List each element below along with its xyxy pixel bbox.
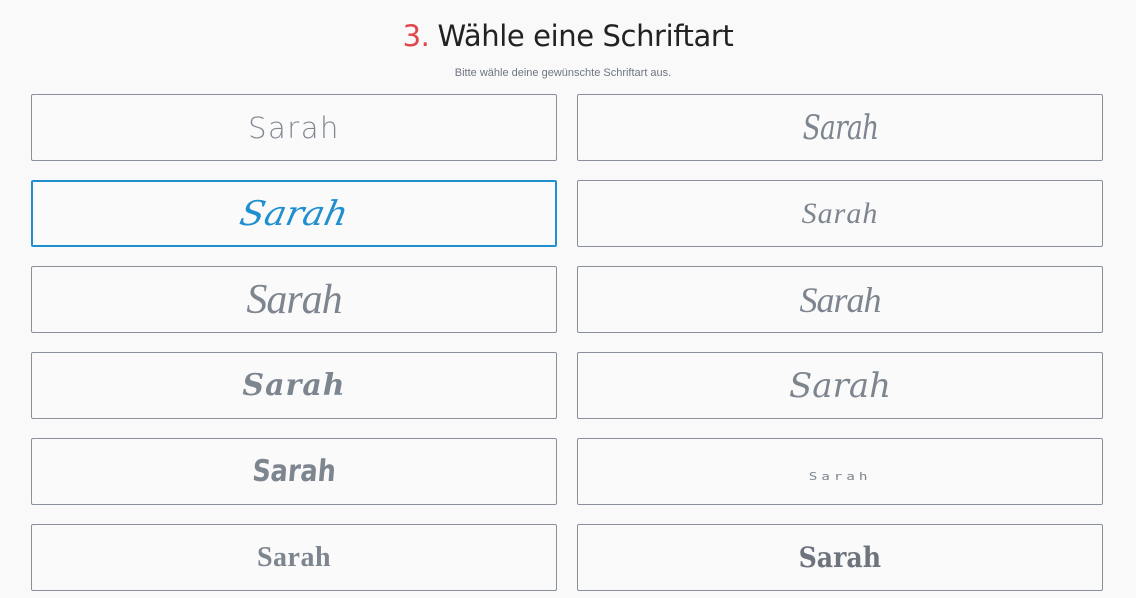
title-text: Wähle eine Schriftart [437,19,734,53]
font-option-5[interactable]: Sarah [31,266,557,333]
font-sample: Sarah [801,196,879,230]
font-sample: Sarah [798,540,882,574]
font-option-6[interactable]: Sarah [577,266,1103,333]
font-sample: Sarah [236,193,352,234]
step-number: 3. [402,19,430,53]
font-option-7[interactable]: Sarah [31,352,557,419]
font-sample: Sarah [242,367,346,403]
font-sample: Sarah [802,107,878,148]
font-sample: Sarah [789,365,891,406]
font-sample: Sarah [808,469,872,483]
page-subtitle: Bitte wähle deine gewünschte Schriftart … [454,67,672,79]
font-sample: Sarah [250,453,338,489]
font-option-10[interactable]: Sarah [577,438,1103,505]
font-option-11[interactable]: Sarah [31,524,557,591]
font-sample: Sarah [246,276,342,323]
page-title: 3. Wähle eine Schriftart [0,14,1136,58]
font-option-12[interactable]: Sarah [577,524,1103,591]
font-sample: Sarah [248,110,340,145]
page-header: 3. Wähle eine Schriftart Bitte wähle dein… [0,14,1136,80]
font-option-4[interactable]: Sarah [577,180,1103,247]
font-option-1[interactable]: Sarah [31,94,557,161]
font-option-grid: Sarah Sarah Sarah Sarah Sarah Sarah Sara… [31,94,1103,591]
font-option-3[interactable]: Sarah [31,180,557,247]
font-option-8[interactable]: Sarah [577,352,1103,419]
font-option-9[interactable]: Sarah [31,438,557,505]
font-option-2[interactable]: Sarah [577,94,1103,161]
font-sample: Sarah [799,279,881,320]
font-sample: Sarah [256,541,332,573]
